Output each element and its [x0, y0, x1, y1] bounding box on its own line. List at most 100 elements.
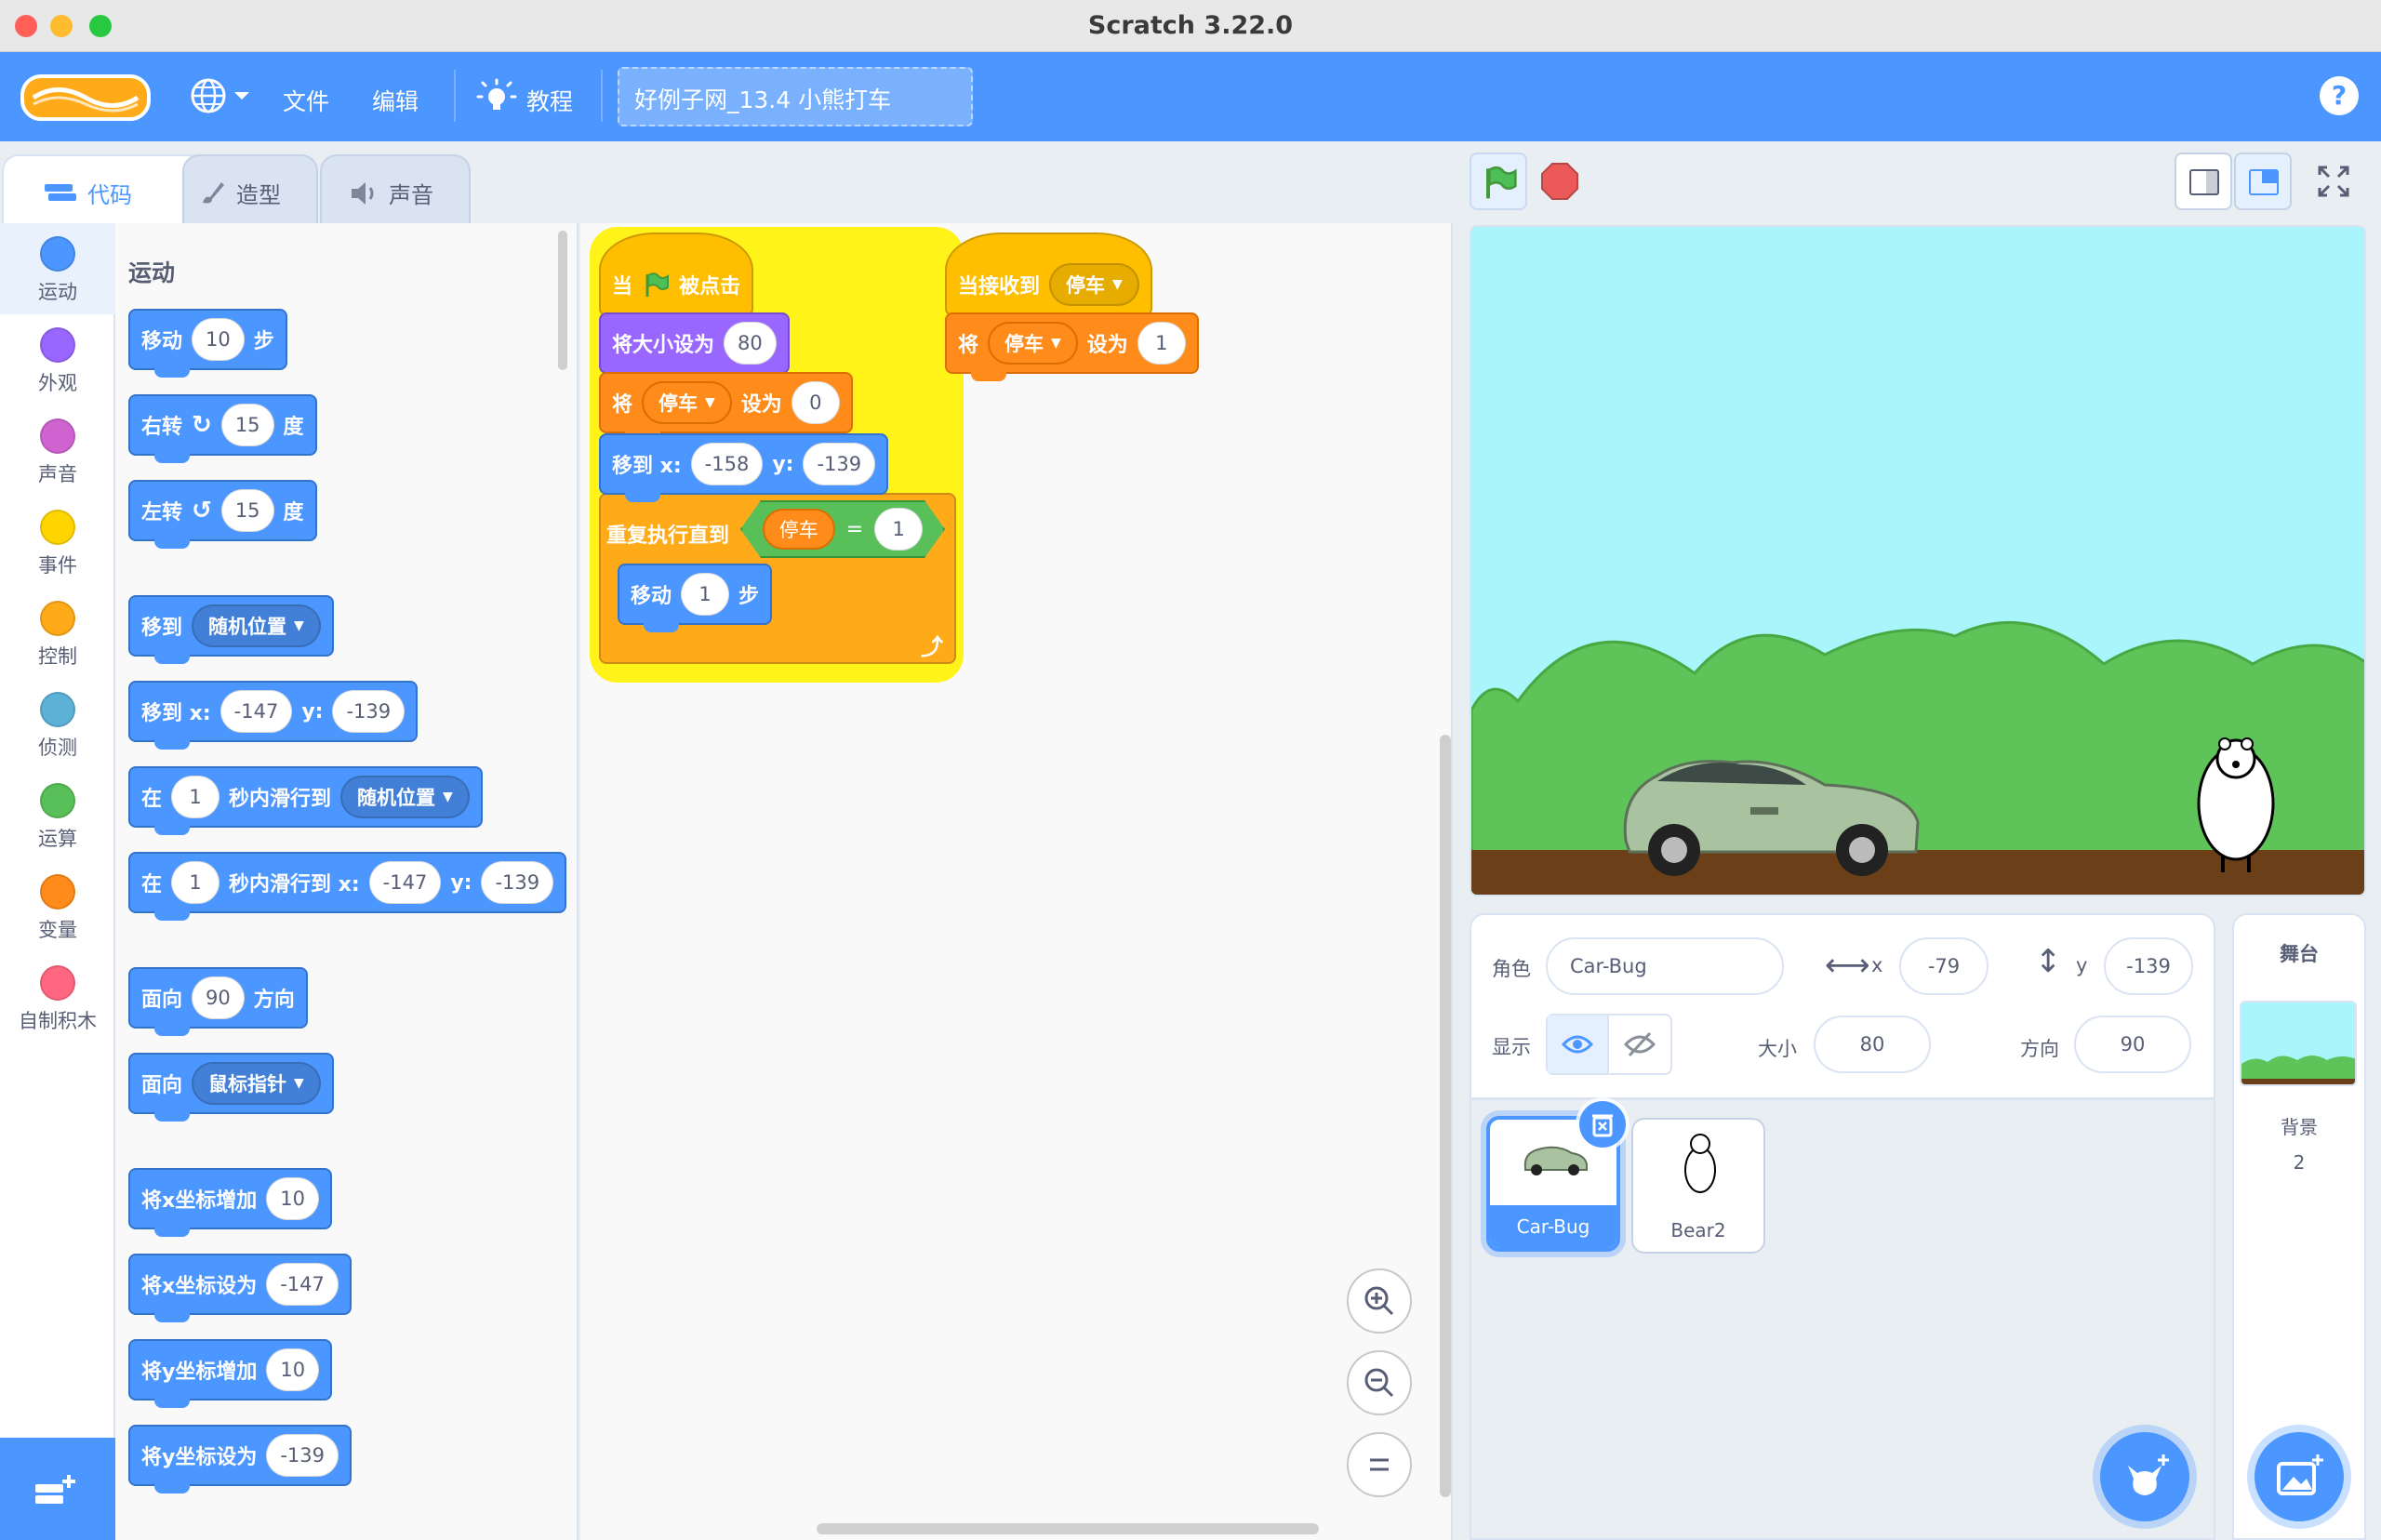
- stop-button[interactable]: [1540, 162, 1579, 201]
- lightbulb-icon[interactable]: [476, 78, 517, 119]
- point-towards-dropdown[interactable]: 鼠标指针 ▼: [192, 1062, 321, 1105]
- category-4[interactable]: 控制: [0, 588, 115, 679]
- sprite-x-input[interactable]: -79: [1899, 937, 1989, 995]
- category-0[interactable]: 运动: [0, 223, 115, 314]
- block-move-steps[interactable]: 移动 1 步: [618, 564, 773, 632]
- zoom-reset-button[interactable]: [1347, 1432, 1412, 1497]
- tutorials-menu[interactable]: 教程: [526, 84, 573, 117]
- category-8[interactable]: 自制积木: [0, 952, 115, 1043]
- block-point-direction[interactable]: 面向 90 方向: [128, 967, 308, 1036]
- block-change-y[interactable]: 将y坐标增加 10: [128, 1339, 333, 1408]
- compare-value-input[interactable]: 1: [874, 508, 924, 551]
- workspace-horizontal-scrollbar[interactable]: [817, 1523, 1319, 1534]
- tab-sounds[interactable]: 声音: [320, 154, 471, 223]
- help-button[interactable]: ?: [2320, 76, 2359, 115]
- y-input[interactable]: -139: [481, 861, 554, 904]
- x-input[interactable]: -147: [219, 690, 293, 733]
- degrees-input[interactable]: 15: [220, 404, 274, 446]
- small-stage-button[interactable]: [2175, 153, 2232, 210]
- goto-target-dropdown[interactable]: 随机位置 ▼: [192, 604, 321, 647]
- edit-menu[interactable]: 编辑: [372, 84, 419, 117]
- steps-input[interactable]: 10: [192, 318, 245, 361]
- fullscreen-button[interactable]: [2305, 153, 2362, 210]
- green-flag-button[interactable]: [1470, 153, 1527, 210]
- block-goto-xy[interactable]: 移到 x: -158 y: -139: [599, 433, 889, 502]
- category-7[interactable]: 变量: [0, 861, 115, 952]
- block-glide-xy[interactable]: 在 1 秒内滑行到 x: -147 y: -139: [128, 852, 567, 921]
- file-menu[interactable]: 文件: [283, 84, 329, 117]
- delete-sprite-button[interactable]: [1579, 1101, 1626, 1148]
- tab-costumes[interactable]: 造型: [182, 154, 318, 223]
- block-move-steps[interactable]: 移动 10 步: [128, 309, 287, 378]
- y-change-input[interactable]: 10: [266, 1348, 320, 1391]
- sprite-y-input[interactable]: -139: [2104, 937, 2193, 995]
- x-set-input[interactable]: -147: [266, 1263, 339, 1306]
- sprite-size-input[interactable]: 80: [1814, 1016, 1931, 1073]
- category-2[interactable]: 声音: [0, 405, 115, 497]
- cat-face-icon: [2128, 1454, 2169, 1495]
- category-1[interactable]: 外观: [0, 314, 115, 405]
- sprite-name-input[interactable]: Car-Bug: [1546, 937, 1784, 995]
- backdrop-thumbnail[interactable]: [2240, 1001, 2357, 1086]
- size-input[interactable]: 80: [724, 322, 777, 365]
- hide-sprite-button[interactable]: [1609, 1016, 1670, 1073]
- block-glide-to[interactable]: 在 1 秒内滑行到 随机位置 ▼: [128, 766, 483, 835]
- block-set-variable[interactable]: 将 停车 ▼ 设为 0: [599, 372, 853, 441]
- zoom-in-button[interactable]: [1347, 1268, 1412, 1334]
- x-input[interactable]: -147: [368, 861, 442, 904]
- project-title-input[interactable]: 好例子网_13.4 小熊打车: [618, 67, 973, 126]
- x-label: x: [1871, 954, 1883, 976]
- block-set-size[interactable]: 将大小设为 80: [599, 312, 790, 381]
- variable-reporter[interactable]: 停车: [762, 509, 835, 550]
- seconds-input[interactable]: 1: [171, 861, 220, 904]
- block-when-receive[interactable]: 当接收到 停车 ▼: [945, 232, 1152, 324]
- workspace-vertical-scrollbar[interactable]: [1440, 735, 1451, 1497]
- y-input[interactable]: -139: [803, 443, 876, 485]
- block-point-towards[interactable]: 面向 鼠标指针 ▼: [128, 1053, 334, 1122]
- block-change-x[interactable]: 将x坐标增加 10: [128, 1168, 332, 1237]
- block-text: 移到: [141, 617, 183, 640]
- backdrops-label: 背景: [2281, 1116, 2318, 1138]
- palette-scrollbar[interactable]: [558, 231, 567, 370]
- steps-input[interactable]: 1: [681, 573, 730, 616]
- block-goto[interactable]: 移到 随机位置 ▼: [128, 595, 334, 664]
- block-when-flag-clicked[interactable]: 当 被点击: [599, 232, 754, 324]
- category-5[interactable]: 侦测: [0, 679, 115, 770]
- language-globe-icon[interactable]: [188, 74, 253, 117]
- block-turn-left[interactable]: 左转 ↺ 15 度: [128, 480, 317, 549]
- equals-operator-block[interactable]: 停车 = 1: [740, 500, 945, 558]
- variable-value-input[interactable]: 1: [1137, 322, 1186, 365]
- scratch-logo[interactable]: [20, 73, 151, 123]
- category-3[interactable]: 事件: [0, 497, 115, 588]
- x-input[interactable]: -158: [690, 443, 764, 485]
- block-set-y[interactable]: 将y坐标设为 -139: [128, 1425, 352, 1494]
- block-turn-right[interactable]: 右转 ↻ 15 度: [128, 394, 317, 463]
- block-text: 秒内滑行到: [229, 788, 332, 811]
- glide-target-dropdown[interactable]: 随机位置 ▼: [340, 776, 470, 818]
- variable-dropdown[interactable]: 停车 ▼: [642, 381, 732, 424]
- choose-backdrop-button[interactable]: [2255, 1432, 2344, 1521]
- stage-canvas[interactable]: [1470, 225, 2366, 896]
- show-sprite-button[interactable]: [1548, 1016, 1609, 1073]
- zoom-out-button[interactable]: [1347, 1350, 1412, 1415]
- degrees-input[interactable]: 15: [220, 489, 274, 532]
- add-extension-button[interactable]: [0, 1438, 115, 1540]
- y-input[interactable]: -139: [332, 690, 406, 733]
- variable-dropdown[interactable]: 停车 ▼: [988, 322, 1078, 365]
- sprite-direction-input[interactable]: 90: [2074, 1016, 2191, 1073]
- block-set-variable[interactable]: 将 停车 ▼ 设为 1: [945, 312, 1199, 381]
- block-set-x[interactable]: 将x坐标设为 -147: [128, 1254, 352, 1322]
- block-goto-xy[interactable]: 移到 x: -147 y: -139: [128, 681, 419, 750]
- sprite-card-bear2[interactable]: Bear2: [1631, 1118, 1765, 1254]
- tab-code[interactable]: 代码: [2, 154, 208, 223]
- message-dropdown[interactable]: 停车 ▼: [1049, 263, 1139, 306]
- category-6[interactable]: 运算: [0, 770, 115, 861]
- direction-input[interactable]: 90: [192, 976, 245, 1019]
- y-set-input[interactable]: -139: [266, 1434, 339, 1477]
- green-flag-icon: [1486, 166, 1517, 199]
- seconds-input[interactable]: 1: [171, 776, 220, 818]
- variable-value-input[interactable]: 0: [791, 381, 840, 424]
- x-change-input[interactable]: 10: [266, 1177, 319, 1220]
- normal-stage-button[interactable]: [2234, 153, 2292, 210]
- choose-sprite-button[interactable]: [2100, 1432, 2189, 1521]
